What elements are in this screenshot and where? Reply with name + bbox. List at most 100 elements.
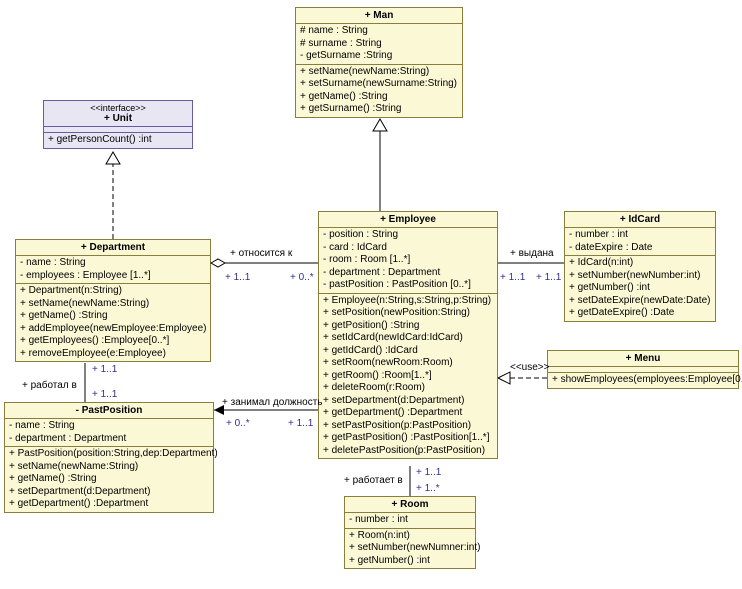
assoc-label: + работал в [22, 380, 77, 391]
op: + getSurname() :String [300, 103, 458, 116]
mult: + 1..1 [416, 467, 441, 478]
ops: + PastPosition(position:String,dep:Depar… [5, 447, 213, 512]
op: + IdCard(n:int) [569, 257, 711, 270]
attrs: - name : String - employees : Employee [… [16, 256, 210, 284]
attrs: - position : String - card : IdCard - ro… [319, 228, 497, 294]
attr: - pastPosition : PastPosition [0..*] [323, 279, 493, 292]
class-header: + Man [296, 8, 462, 24]
op: + setNumber(newNumner:int) [349, 542, 471, 555]
class-man: + Man # name : String # surname : String… [295, 7, 463, 118]
attr: - employees : Employee [1..*] [20, 270, 206, 283]
op: + setSurname(newSurname:String) [300, 78, 458, 91]
class-header: + IdCard [565, 212, 715, 228]
class-room: + Room - number : int + Room(n:int) + se… [344, 496, 476, 569]
ops: + Department(n:String) + setName(newName… [16, 284, 210, 361]
assoc-label: + относится к [230, 248, 292, 259]
op: + setRoom(newRoom:Room) [323, 357, 493, 370]
attr: - number : int [349, 514, 471, 527]
op: + Room(n:int) [349, 530, 471, 543]
ops: + IdCard(n:int) + setNumber(newNumber:in… [565, 256, 715, 321]
ops: + showEmployees(employees:Employee[0..*]… [548, 373, 738, 388]
op: + setIdCard(newIdCard:IdCard) [323, 332, 493, 345]
op: + getPersonCount() :int [48, 134, 188, 147]
op: + deletePastPosition(p:PastPosition) [323, 445, 493, 458]
mult: + 1..1 [225, 272, 250, 283]
op: + getIdCard() :IdCard [323, 345, 493, 358]
ops: + getPersonCount() :int [44, 133, 192, 148]
attr: - card : IdCard [323, 242, 493, 255]
op: + removeEmployee(e:Employee) [20, 348, 206, 361]
attrs: - number : int - dateExpire : Date [565, 228, 715, 256]
attr: - getSurname :String [300, 50, 458, 63]
attr: - number : int [569, 229, 711, 242]
op: + getName() :String [9, 473, 209, 486]
op: + Employee(n:String,s:String,p:String) [323, 295, 493, 308]
op: + getRoom() :Room[1..*] [323, 370, 493, 383]
use-label: <<use>> [510, 362, 549, 373]
op: + addEmployee(newEmployee:Employee) [20, 323, 206, 336]
ops: + setName(newName:String) + setSurname(n… [296, 65, 462, 117]
attr: # surname : String [300, 38, 458, 51]
mult: + 1..1 [500, 272, 525, 283]
class-employee: + Employee - position : String - card : … [318, 211, 498, 459]
class-header: + Employee [319, 212, 497, 228]
mult: + 1..1 [92, 389, 117, 400]
attr: - department : Department [323, 267, 493, 280]
op: + getEmployees() :Employee[0..*] [20, 335, 206, 348]
mult: + 0..* [290, 272, 314, 283]
op: + getName() :String [20, 310, 206, 323]
op: + setDepartment(d:Department) [323, 395, 493, 408]
class-header: + Menu [548, 351, 738, 367]
attr: - dateExpire : Date [569, 242, 711, 255]
attr: - position : String [323, 229, 493, 242]
op: + getNumber() :int [349, 555, 471, 568]
class-department: + Department - name : String - employees… [15, 239, 211, 362]
op: + getDepartment() :Department [323, 407, 493, 420]
attrs: - name : String - department : Departmen… [5, 419, 213, 447]
op: + deleteRoom(r:Room) [323, 382, 493, 395]
attr: - name : String [20, 257, 206, 270]
op: + PastPosition(position:String,dep:Depar… [9, 448, 209, 461]
op: + showEmployees(employees:Employee[0..*]… [552, 374, 734, 387]
assoc-label: + работает в [344, 475, 403, 486]
attr: - department : Department [9, 433, 209, 446]
mult: + 1..1 [536, 272, 561, 283]
op: + Department(n:String) [20, 285, 206, 298]
assoc-label: + выдана [510, 248, 554, 259]
mult: + 0..* [226, 418, 250, 429]
op: + setDateExpire(newDate:Date) [569, 295, 711, 308]
ops: + Employee(n:String,s:String,p:String) +… [319, 294, 497, 459]
stereotype: <<interface>> [48, 103, 188, 113]
attrs: # name : String # surname : String - get… [296, 24, 462, 65]
op: + setPastPosition(p:PastPosition) [323, 420, 493, 433]
op: + setPosition(newPosition:String) [323, 307, 493, 320]
class-menu: + Menu + showEmployees(employees:Employe… [547, 350, 739, 389]
op: + getDateExpire() :Date [569, 307, 711, 320]
mult: + 1..* [416, 483, 440, 494]
mult: + 1..1 [288, 418, 313, 429]
op: + getPastPosition() :PastPosition[1..*] [323, 432, 493, 445]
attr: # name : String [300, 25, 458, 38]
class-header: <<interface>> + Unit [44, 101, 192, 127]
ops: + Room(n:int) + setNumber(newNumner:int)… [345, 529, 475, 569]
attr: - name : String [9, 420, 209, 433]
op: + setName(newName:String) [9, 461, 209, 474]
op: + getName() :String [300, 91, 458, 104]
class-header: + Room [345, 497, 475, 513]
attr: - room : Room [1..*] [323, 254, 493, 267]
attrs: - number : int [345, 513, 475, 529]
class-header: - PastPosition [5, 403, 213, 419]
op: + setDepartment(d:Department) [9, 486, 209, 499]
op: + getDepartment() :Department [9, 498, 209, 511]
mult: + 1..1 [92, 364, 117, 375]
class-name: + Unit [104, 113, 132, 124]
class-idcard: + IdCard - number : int - dateExpire : D… [564, 211, 716, 322]
class-unit: <<interface>> + Unit + getPersonCount() … [43, 100, 193, 149]
class-header: + Department [16, 240, 210, 256]
op: + getPosition() :String [323, 320, 493, 333]
class-pastposition: - PastPosition - name : String - departm… [4, 402, 214, 513]
assoc-label: + занимал должность [222, 397, 323, 408]
op: + setName(newName:String) [20, 298, 206, 311]
op: + getNumber() :int [569, 282, 711, 295]
op: + setNumber(newNumber:int) [569, 270, 711, 283]
